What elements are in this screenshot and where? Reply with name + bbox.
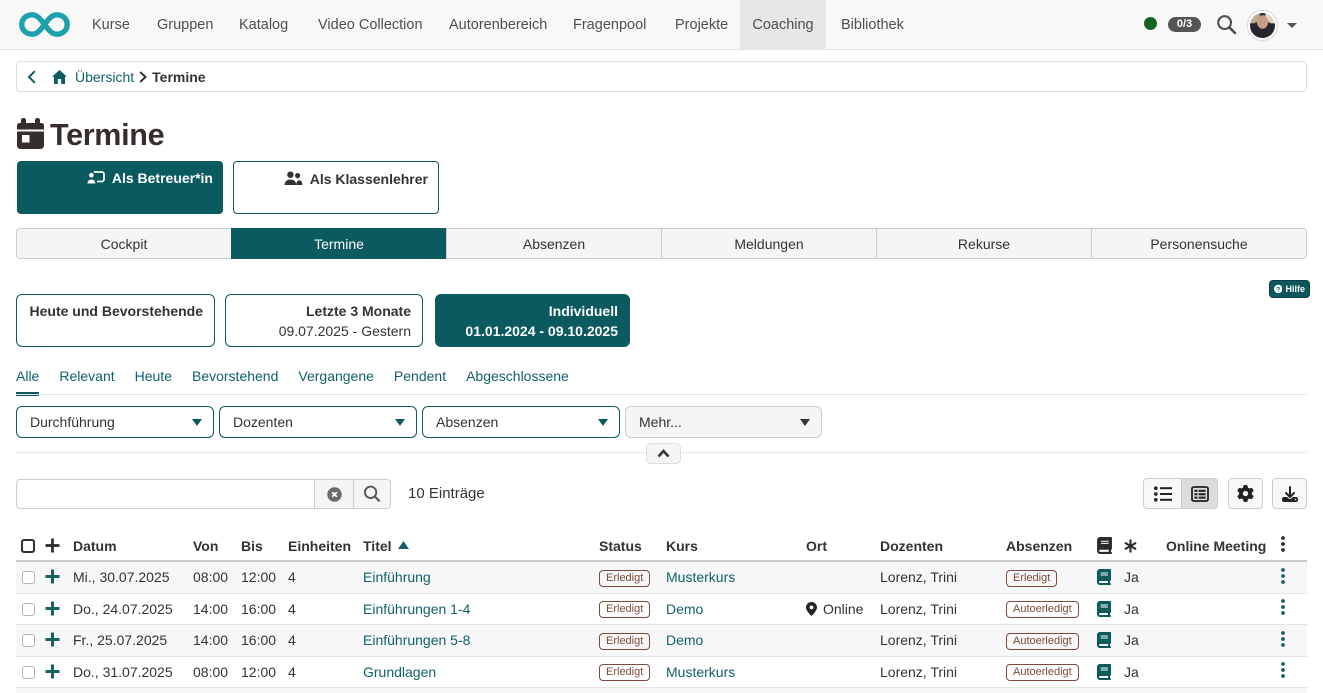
- svg-text:?: ?: [1276, 286, 1280, 293]
